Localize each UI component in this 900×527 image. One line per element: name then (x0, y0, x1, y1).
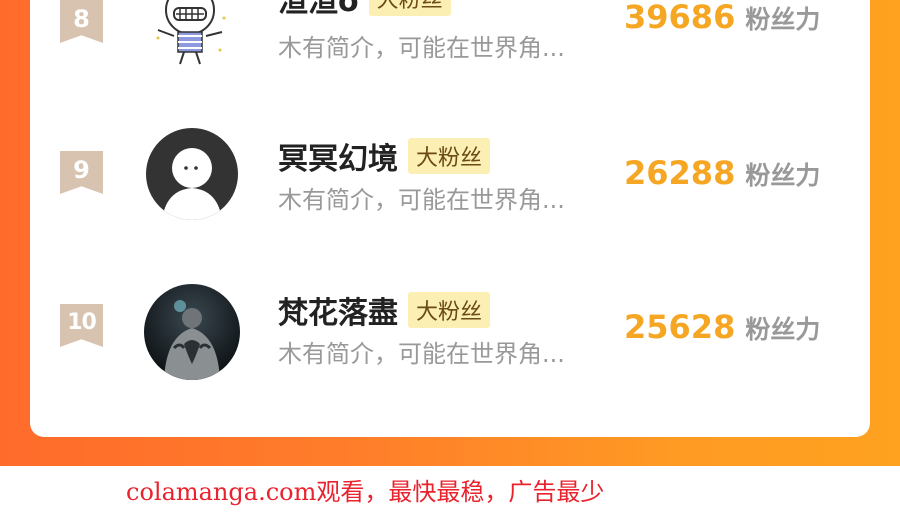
ranking-row[interactable]: 10 梵花落盡 大粉丝 木有简介，可能在世界角... 25628 粉丝力 (30, 282, 870, 392)
ranking-row[interactable]: 8 渲渲o 大粉丝 木有简介，可能在世界角... 39686 粉丝力 (30, 0, 870, 84)
rank-badge: 10 (60, 304, 103, 347)
rank-badge: 8 (60, 0, 103, 43)
fan-power: 25628 粉丝力 (624, 308, 820, 346)
user-bio: 木有简介，可能在世界角... (278, 340, 565, 368)
rank-number: 10 (67, 310, 97, 335)
ranking-card: 8 渲渲o 大粉丝 木有简介，可能在世界角... 39686 粉丝力 9 冥冥幻… (30, 0, 870, 437)
fan-power-label: 粉丝力 (745, 315, 821, 344)
ranking-row[interactable]: 9 冥冥幻境 大粉丝 木有简介，可能在世界角... 26288 粉丝力 (30, 128, 870, 238)
fan-power-label: 粉丝力 (745, 161, 821, 190)
cartoon-character-avatar-icon (144, 0, 236, 66)
avatar[interactable] (144, 284, 240, 380)
user-name[interactable]: 梵花落盡 (278, 288, 398, 332)
fan-level-badge: 大粉丝 (408, 138, 491, 174)
rank-badge: 9 (60, 151, 103, 194)
fan-power: 39686 粉丝力 (624, 0, 820, 36)
fan-power-score: 39686 (624, 0, 736, 36)
site-watermark: colamanga.com观看，最快最稳，广告最少 (126, 478, 605, 506)
rank-number: 9 (73, 155, 90, 184)
default-user-avatar-icon (146, 128, 238, 220)
rank-number: 8 (73, 4, 90, 33)
fan-power-score: 26288 (624, 154, 736, 192)
user-name[interactable]: 冥冥幻境 (278, 134, 398, 178)
avatar[interactable] (146, 128, 238, 220)
user-bio: 木有简介，可能在世界角... (278, 186, 565, 214)
avatar[interactable] (144, 0, 236, 66)
fan-power-label: 粉丝力 (745, 5, 821, 34)
fan-power-score: 25628 (624, 308, 736, 346)
user-bio: 木有简介，可能在世界角... (278, 34, 565, 62)
fan-level-badge: 大粉丝 (368, 0, 451, 16)
fan-level-badge: 大粉丝 (408, 292, 491, 328)
fan-power: 26288 粉丝力 (624, 154, 820, 192)
tattoo-back-photo-avatar-icon (144, 284, 240, 380)
user-name[interactable]: 渲渲o (278, 0, 359, 20)
